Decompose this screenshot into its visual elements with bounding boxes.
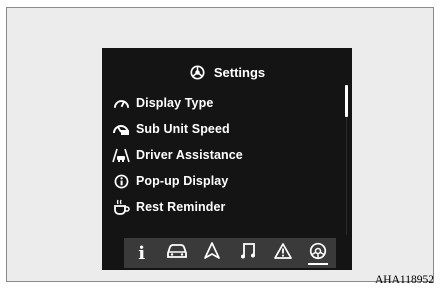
tab-warnings[interactable] bbox=[268, 240, 298, 266]
music-icon bbox=[240, 242, 256, 264]
settings-menu: Display Type Sub Unit Speed Driver Assis… bbox=[112, 90, 332, 220]
warning-icon bbox=[274, 242, 292, 264]
menu-item-display-type[interactable]: Display Type bbox=[112, 90, 332, 116]
menu-item-label: Sub Unit Speed bbox=[136, 122, 230, 136]
coffee-cup-icon bbox=[112, 199, 130, 215]
tab-audio[interactable] bbox=[233, 240, 263, 266]
settings-tab-icon bbox=[309, 242, 327, 265]
info-circle-icon bbox=[112, 173, 130, 189]
menu-item-label: Pop-up Display bbox=[136, 174, 229, 188]
menu-item-driver-assistance[interactable]: Driver Assistance bbox=[112, 142, 332, 168]
tab-vehicle[interactable] bbox=[162, 240, 192, 266]
menu-item-rest-reminder[interactable]: Rest Reminder bbox=[112, 194, 332, 220]
tab-settings[interactable] bbox=[303, 240, 333, 266]
menu-item-label: Driver Assistance bbox=[136, 148, 243, 162]
bottom-tab-bar: i bbox=[124, 238, 336, 268]
menu-item-sub-unit-speed[interactable]: Sub Unit Speed bbox=[112, 116, 332, 142]
driver-assist-icon bbox=[112, 147, 130, 163]
navigation-icon bbox=[204, 242, 221, 264]
tab-info[interactable]: i bbox=[127, 240, 157, 266]
settings-header: Settings bbox=[102, 62, 352, 82]
settings-icon bbox=[189, 64, 207, 80]
scrollbar-thumb[interactable] bbox=[345, 85, 348, 117]
page-title: Settings bbox=[213, 64, 266, 80]
figure-code: AHA118952 bbox=[375, 274, 434, 286]
figure-frame: Settings Display Type Sub Unit Speed Dri… bbox=[6, 7, 434, 282]
speedometer-icon bbox=[112, 121, 130, 137]
menu-item-pop-up-display[interactable]: Pop-up Display bbox=[112, 168, 332, 194]
gauge-icon bbox=[112, 95, 130, 111]
info-icon: i bbox=[138, 242, 146, 264]
display-screen: Settings Display Type Sub Unit Speed Dri… bbox=[102, 48, 352, 270]
menu-item-label: Rest Reminder bbox=[136, 200, 226, 214]
car-icon bbox=[166, 243, 188, 264]
menu-item-label: Display Type bbox=[136, 96, 214, 110]
tab-navigation[interactable] bbox=[197, 240, 227, 266]
